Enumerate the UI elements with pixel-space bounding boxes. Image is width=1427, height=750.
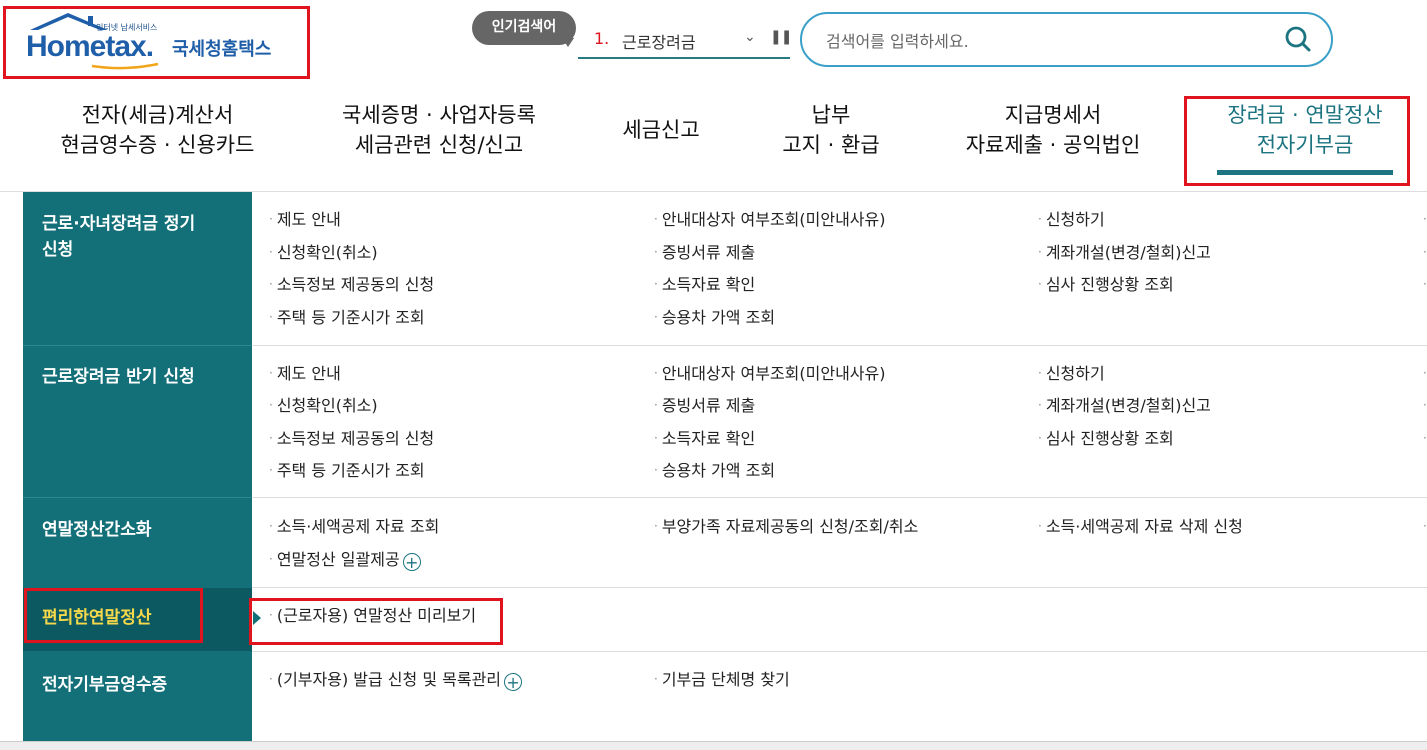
menu-link[interactable]: · 소득정보 제공동의 신청	[269, 427, 434, 450]
nav-tax-filing[interactable]: 세금신고	[608, 115, 714, 145]
menu-link[interactable]: · 증빙서류 제출	[654, 241, 755, 264]
nav-e-invoice-line1: 전자(세금)계산서	[81, 103, 234, 127]
cutoff-bullet: ·	[1423, 431, 1427, 445]
menu-link[interactable]: · 안내대상자 여부조회(미안내사유)	[654, 208, 885, 231]
category-divider	[23, 497, 252, 498]
expand-plus-icon[interactable]: +	[504, 673, 523, 691]
category-e-donation-receipt[interactable]: 전자기부금영수증	[23, 672, 252, 698]
menu-link[interactable]: · 주택 등 기준시가 조회	[269, 459, 425, 482]
logo-wordmark[interactable]: Hometax.	[26, 30, 154, 64]
menu-link[interactable]: · 계좌개설(변경/철회)신고	[1038, 241, 1211, 264]
nav-payment-line1: 납부	[811, 103, 851, 127]
highlight-box-category	[24, 588, 203, 643]
search-icon[interactable]	[1283, 24, 1313, 54]
category-divider	[23, 345, 252, 346]
logo-korean[interactable]: 국세청홈택스	[172, 35, 271, 61]
menu-link[interactable]: · 신청확인(취소)	[269, 394, 378, 417]
chevron-down-icon[interactable]: ⌄	[744, 29, 756, 45]
search-box	[800, 12, 1333, 67]
highlight-box-link	[249, 598, 503, 645]
nav-payment-line2: 고지 · 환급	[782, 133, 880, 157]
cutoff-bullet: ·	[1423, 366, 1427, 380]
cutoff-bullet: ·	[1423, 398, 1427, 412]
menu-link[interactable]: · 연말정산 일괄제공 +	[269, 548, 421, 571]
nav-tax-filing-label: 세금신고	[622, 118, 700, 142]
nav-payment-statement-line1: 지급명세서	[1004, 103, 1102, 127]
menu-link[interactable]: · 소득자료 확인	[654, 273, 755, 296]
menu-link[interactable]: · 소득자료 확인	[654, 427, 755, 450]
cutoff-bullet: ·	[1423, 212, 1427, 226]
nav-payment-statement-line2: 자료제출 · 공익법인	[965, 133, 1141, 157]
nav-e-invoice-line2: 현금영수증 · 신용카드	[60, 133, 255, 157]
popular-term[interactable]: 근로장려금	[622, 29, 696, 53]
expand-plus-icon[interactable]: +	[402, 553, 421, 571]
menu-link[interactable]: · 심사 진행상황 조회	[1038, 427, 1174, 450]
menu-link[interactable]: · 기부금 단체명 찾기	[654, 668, 790, 691]
row-divider	[252, 497, 1427, 498]
nav-payment[interactable]: 납부 고지 · 환급	[770, 100, 892, 160]
nav-certificates-line1: 국세증명 · 사업자등록	[342, 103, 536, 127]
logo-swoosh-icon	[91, 62, 159, 70]
nav-e-invoice[interactable]: 전자(세금)계산서 현금영수증 · 신용카드	[55, 100, 260, 160]
menu-link[interactable]: · 소득·세액공제 자료 삭제 신청	[1038, 515, 1243, 538]
category-regular-incentive-line1: 근로·자녀장려금 정기	[42, 214, 196, 234]
menu-link[interactable]: · 승용차 가액 조회	[654, 459, 775, 482]
menu-link[interactable]: · 제도 안내	[269, 208, 341, 231]
cutoff-bullet: ·	[1423, 519, 1427, 533]
search-input[interactable]	[824, 28, 1258, 54]
menu-link[interactable]: · 신청하기	[1038, 208, 1105, 231]
pause-icon[interactable]: ❚❚	[770, 29, 792, 45]
menu-link[interactable]: · 신청확인(취소)	[269, 241, 378, 264]
menu-link[interactable]: · 심사 진행상황 조회	[1038, 273, 1174, 296]
cutoff-bullet: ·	[1423, 245, 1427, 259]
menu-link[interactable]: · 승용차 가액 조회	[654, 306, 775, 329]
menu-link[interactable]: · (기부자용) 발급 신청 및 목록관리 +	[269, 668, 523, 691]
menu-link[interactable]: · 소득정보 제공동의 신청	[269, 273, 434, 296]
row-divider	[252, 345, 1427, 346]
menu-link[interactable]: · 주택 등 기준시가 조회	[269, 306, 425, 329]
menu-link[interactable]: · 소득·세액공제 자료 조회	[269, 515, 439, 538]
menu-link[interactable]: · 제도 안내	[269, 362, 341, 385]
menu-link[interactable]: · 신청하기	[1038, 362, 1105, 385]
popular-badge-tail	[562, 38, 574, 47]
highlight-box-nav	[1184, 96, 1410, 186]
popular-search-ticker[interactable]: 1. 근로장려금 ⌄ ❚❚	[578, 23, 792, 59]
nav-payment-statement[interactable]: 지급명세서 자료제출 · 공익법인	[953, 100, 1153, 160]
category-half-year-incentive[interactable]: 근로장려금 반기 신청	[23, 364, 252, 390]
menu-link[interactable]: · 증빙서류 제출	[654, 394, 755, 417]
menu-sidebar	[23, 192, 252, 749]
row-divider	[252, 587, 1427, 588]
category-regular-incentive[interactable]: 근로·자녀장려금 정기 신청	[23, 211, 252, 263]
menu-link[interactable]: · 계좌개설(변경/철회)신고	[1038, 394, 1211, 417]
menu-link[interactable]: · 부양가족 자료제공동의 신청/조회/취소	[654, 515, 918, 538]
menu-link[interactable]: · 안내대상자 여부조회(미안내사유)	[654, 362, 885, 385]
nav-certificates-line2: 세금관련 신청/신고	[354, 133, 524, 157]
category-regular-incentive-line2: 신청	[42, 240, 74, 260]
popular-search-badge: 인기검색어	[472, 11, 576, 45]
row-divider	[252, 651, 1427, 652]
cutoff-bullet: ·	[1423, 277, 1427, 291]
category-simplified-year-end[interactable]: 연말정산간소화	[23, 517, 252, 543]
nav-certificates[interactable]: 국세증명 · 사업자등록 세금관련 신청/신고	[330, 100, 548, 160]
popular-rank: 1.	[594, 29, 610, 48]
